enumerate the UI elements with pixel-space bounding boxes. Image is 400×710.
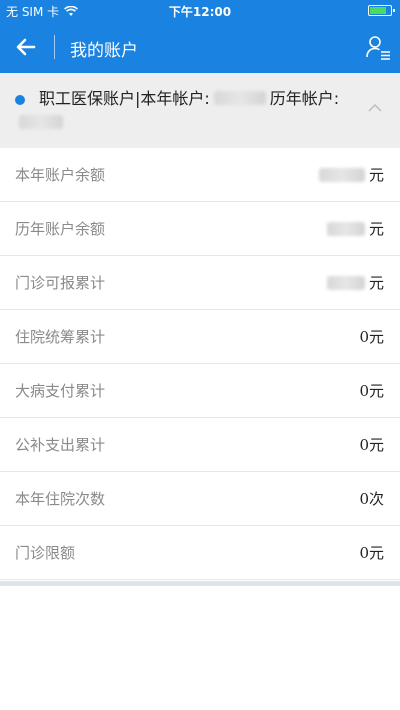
row-unit: 元 — [368, 436, 384, 454]
row-unit: 元 — [368, 274, 384, 292]
row-label: 本年住院次数 — [15, 490, 106, 508]
chevron-up-icon[interactable] — [368, 103, 382, 112]
row-value: 元 — [315, 164, 384, 185]
row-unit: 元 — [368, 382, 384, 400]
row-value: 0元 — [359, 326, 384, 347]
list-item: 公补支出累计 0元 — [0, 418, 400, 472]
battery-tip — [393, 9, 395, 12]
list-item: 门诊限额 0元 — [0, 526, 400, 580]
list-item: 大病支付累计 0元 — [0, 364, 400, 418]
row-unit: 次 — [368, 490, 384, 508]
row-label: 历年账户余额 — [15, 220, 106, 238]
account-label-prefix: 职工医保账户|本年帐户: — [39, 89, 210, 108]
battery-fill — [370, 7, 386, 14]
row-number: 0 — [359, 381, 369, 400]
nav-bar: 我的账户 — [0, 21, 400, 73]
row-value: 元 — [323, 272, 384, 293]
row-label: 本年账户余额 — [15, 166, 106, 184]
row-value: 0元 — [359, 434, 384, 455]
user-list-icon[interactable] — [364, 33, 392, 61]
row-label: 门诊可报累计 — [15, 274, 106, 292]
row-unit: 元 — [368, 544, 384, 562]
redacted-value — [326, 221, 365, 236]
row-unit: 元 — [368, 166, 384, 184]
list-item: 本年住院次数 0次 — [0, 472, 400, 526]
back-arrow-icon[interactable] — [12, 33, 40, 61]
row-label: 门诊限额 — [15, 544, 76, 562]
redacted-value — [326, 275, 365, 290]
status-time: 下午12:00 — [168, 5, 232, 19]
row-unit: 元 — [368, 328, 384, 346]
redacted-value — [318, 167, 365, 182]
status-bar: 无 SIM 卡 下午12:00 — [0, 0, 400, 21]
account-title: 职工医保账户|本年帐户: 历年帐户: — [15, 87, 355, 135]
row-value: 元 — [323, 218, 384, 239]
row-unit: 元 — [368, 220, 384, 238]
nav-divider — [54, 35, 55, 59]
account-label-middle: 历年帐户: — [269, 89, 340, 108]
list-item: 历年账户余额 元 — [0, 202, 400, 256]
row-number: 0 — [359, 489, 369, 508]
redacted-current-account — [213, 91, 266, 105]
row-number: 0 — [359, 327, 369, 346]
row-value: 0元 — [359, 542, 384, 563]
row-number: 0 — [359, 435, 369, 454]
account-detail-list: 本年账户余额 元 历年账户余额 元 门诊可报累计 元 住院统筹累计 0元 大病支… — [0, 148, 400, 580]
row-label: 住院统筹累计 — [15, 328, 106, 346]
row-label: 公补支出累计 — [15, 436, 106, 454]
page-title: 我的账户 — [70, 41, 138, 61]
battery-icon — [368, 5, 395, 16]
row-value: 0元 — [359, 380, 384, 401]
bottom-divider — [0, 581, 400, 586]
redacted-history-account — [19, 115, 63, 129]
account-header[interactable]: 职工医保账户|本年帐户: 历年帐户: — [0, 73, 400, 148]
row-label: 大病支付累计 — [15, 382, 106, 400]
list-item: 住院统筹累计 0元 — [0, 310, 400, 364]
row-value: 0次 — [359, 488, 384, 509]
row-number: 0 — [359, 543, 369, 562]
list-item: 本年账户余额 元 — [0, 148, 400, 202]
list-item: 门诊可报累计 元 — [0, 256, 400, 310]
